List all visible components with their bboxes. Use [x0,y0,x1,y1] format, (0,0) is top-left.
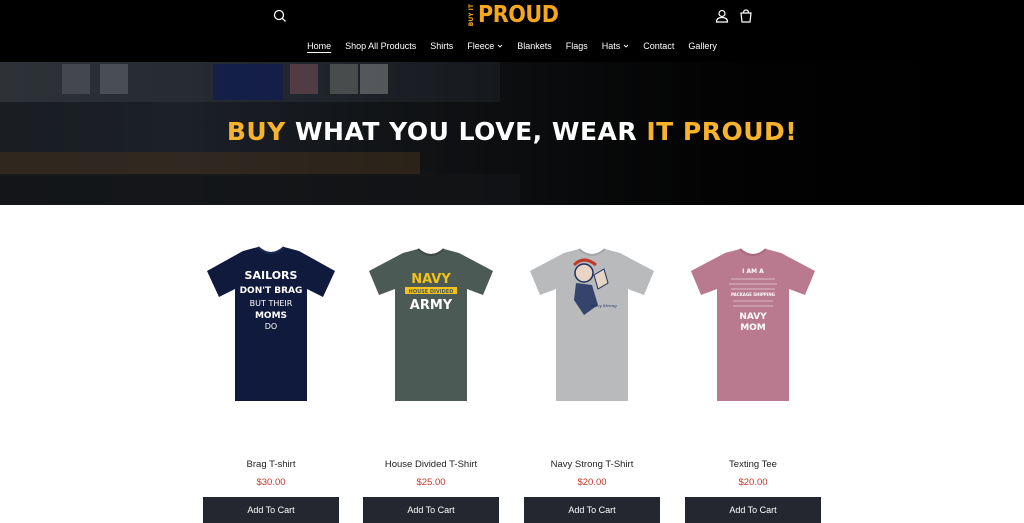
nav-label: Shirts [430,41,454,51]
product-name[interactable]: Navy Strong T-Shirt [524,459,660,470]
product-name[interactable]: House Divided T-Shirt [363,459,499,470]
product-image[interactable]: SAILORS DON'T BRAG BUT THEIR MOMS DO [203,245,339,407]
chevron-down-icon [623,44,629,48]
product-card: I AM A PACKAGE SHIPPING NAVY MOM Texting… [685,245,821,523]
product-name[interactable]: Brag T-shirt [203,459,339,470]
nav-label: Flags [565,41,588,51]
logo-small-text: BUY IT [468,4,475,27]
product-image[interactable]: NAVY HOUSE DIVIDED ARMY [363,245,499,407]
shirt-print: DON'T BRAG [240,286,303,296]
add-to-cart-button[interactable]: Add To Cart [524,497,660,523]
shirt-print: DO [265,322,277,331]
product-price: $20.00 [738,477,768,488]
hero-heading-accent: BUY [226,117,286,146]
shirt-print: SAILORS [245,269,298,282]
search-icon[interactable] [271,7,289,25]
nav-flags[interactable]: Flags [559,41,595,51]
nav-label: Hats [601,41,621,51]
shirt-print: Navy Strong [590,303,617,308]
shirt-print: NAVY [739,312,767,322]
nav-gallery[interactable]: Gallery [681,41,724,51]
product-card: SAILORS DON'T BRAG BUT THEIR MOMS DO Bra… [203,245,339,523]
shirt-print: BUT THEIR [250,299,293,308]
product-card: NAVY HOUSE DIVIDED ARMY House Divided T-… [363,245,499,523]
product-image[interactable]: I AM A PACKAGE SHIPPING NAVY MOM [685,245,821,407]
nav-label: Home [307,41,332,51]
shirt-print: MOMS [255,311,287,321]
nav-home[interactable]: Home [300,41,338,51]
nav-label: Gallery [688,41,717,51]
product-grid: SAILORS DON'T BRAG BUT THEIR MOMS DO Bra… [0,205,1024,523]
nav-fleece[interactable]: Fleece [460,41,510,51]
product-price: $25.00 [416,477,446,488]
product-price: $30.00 [256,477,286,488]
add-to-cart-button[interactable]: Add To Cart [203,497,339,523]
logo-big-text: PROUD [478,2,559,28]
chevron-down-icon [497,44,503,48]
hero-heading-accent: IT PROUD! [646,117,798,146]
shirt-print: PACKAGE SHIPPING [731,292,775,297]
site-logo[interactable]: BUY IT PROUD [468,2,559,29]
nav-label: Contact [643,41,675,51]
account-icon[interactable] [713,7,731,25]
shirt-print: ARMY [410,298,453,313]
hero-heading-text: WHAT YOU LOVE, WEAR [285,117,647,146]
shirt-print: MOM [740,323,766,333]
hero-heading: BUY WHAT YOU LOVE, WEAR IT PROUD! [0,117,1024,146]
hero-banner: BUY WHAT YOU LOVE, WEAR IT PROUD! [0,62,1024,205]
shirt-print: I AM A [742,268,764,275]
product-image[interactable]: Navy Strong [524,245,660,407]
nav-label: Blankets [517,41,552,51]
nav-shop-all-products[interactable]: Shop All Products [338,41,423,51]
shirt-print: HOUSE DIVIDED [409,289,454,295]
product-name[interactable]: Texting Tee [685,459,821,470]
nav-hats[interactable]: Hats [595,41,637,51]
nav-label: Shop All Products [345,41,417,51]
add-to-cart-button[interactable]: Add To Cart [685,497,821,523]
main-nav: Home Shop All Products Shirts Fleece Bla… [0,41,1024,51]
product-card: Navy Strong Navy Strong T-Shirt $20.00 A… [524,245,660,523]
nav-blankets[interactable]: Blankets [510,41,559,51]
nav-contact[interactable]: Contact [636,41,681,51]
product-price: $20.00 [577,477,607,488]
nav-shirts[interactable]: Shirts [423,41,460,51]
cart-icon[interactable] [737,7,755,25]
add-to-cart-button[interactable]: Add To Cart [363,497,499,523]
shirt-print: NAVY [411,272,451,287]
site-header: BUY IT PROUD Home Shop All Products Shir… [0,0,1024,62]
nav-label: Fleece [467,41,495,51]
